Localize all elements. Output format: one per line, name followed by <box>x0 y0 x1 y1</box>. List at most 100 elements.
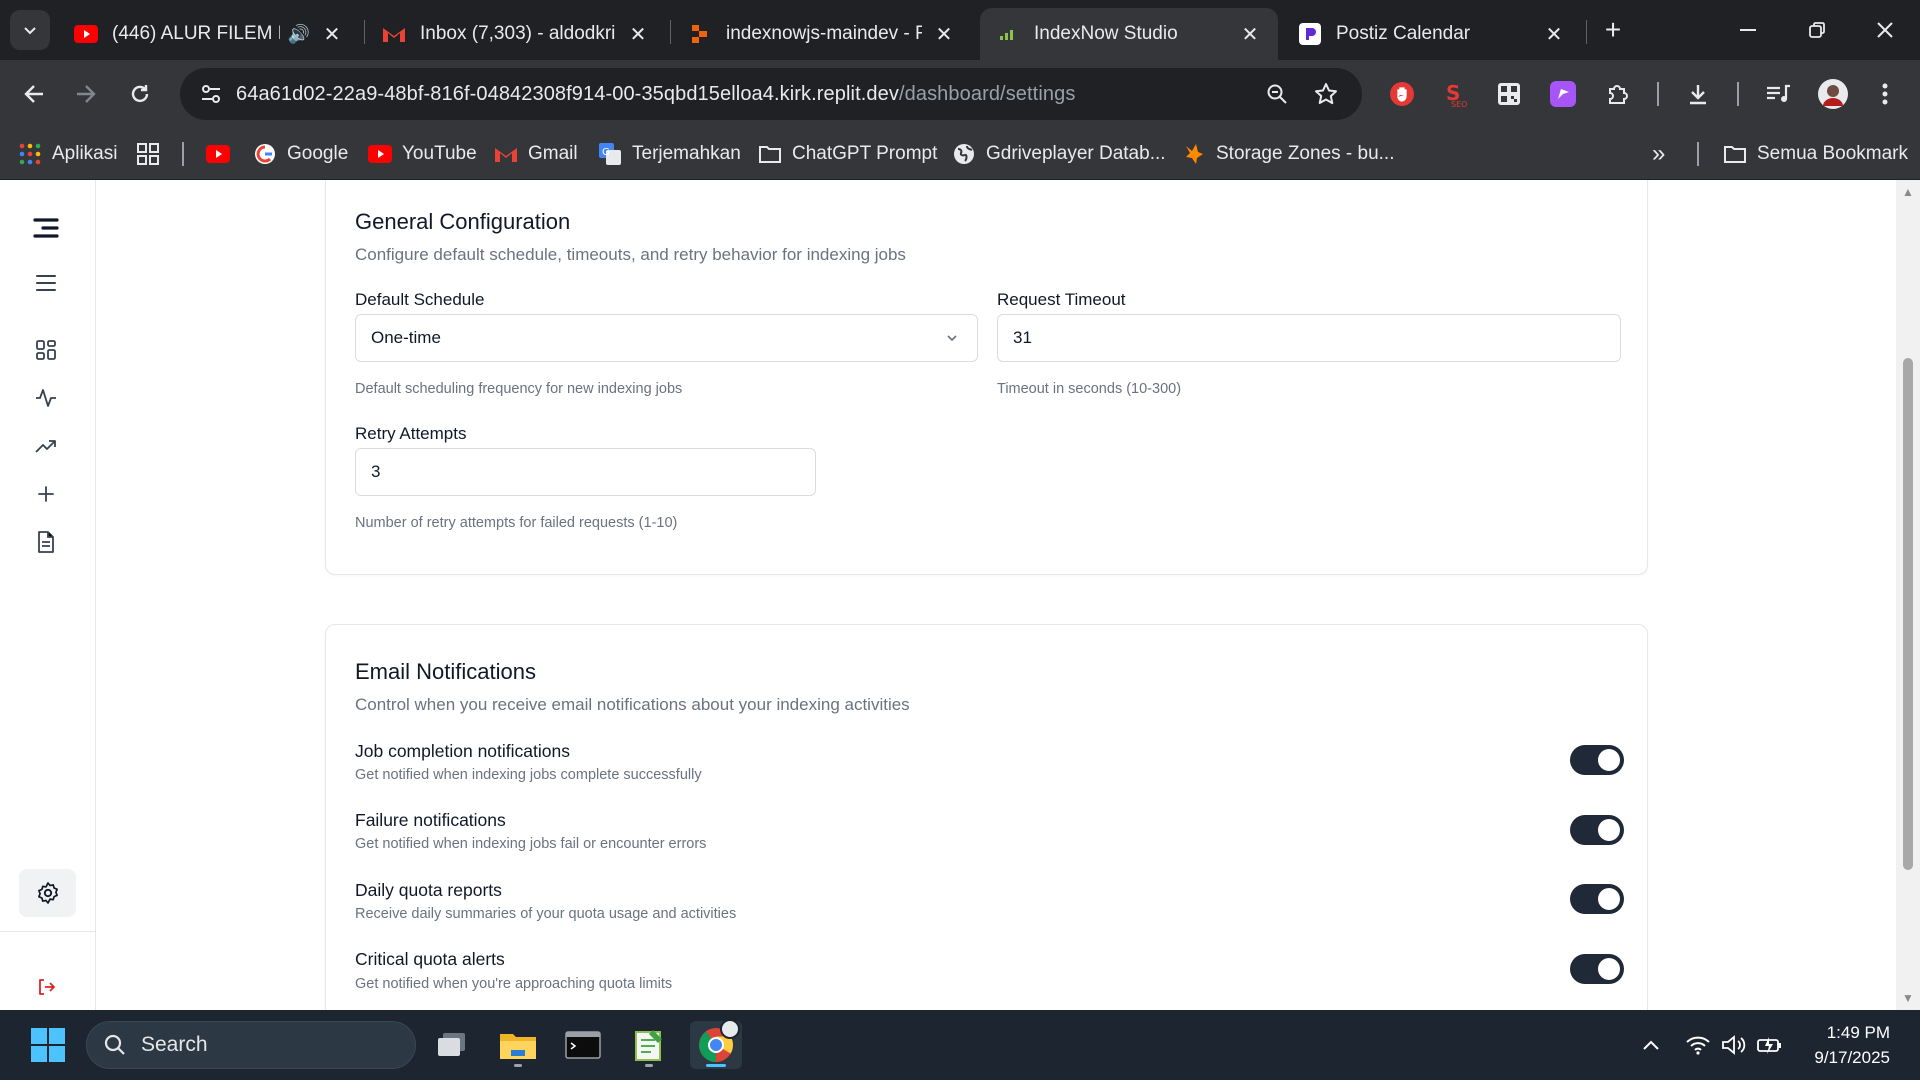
tab-youtube[interactable]: (446) ALUR FILEM HO 🔊 ✕ <box>58 8 360 60</box>
logout-icon[interactable] <box>28 969 64 1005</box>
translate-icon: G <box>598 142 622 166</box>
grid-icon <box>136 142 160 166</box>
bookmark-youtube[interactable]: YouTube <box>368 140 477 168</box>
indexnow-app: General Configuration Configure default … <box>0 180 1920 1010</box>
daily-quota-reports-toggle[interactable] <box>1570 884 1624 914</box>
bookmark-google[interactable]: Google <box>253 140 348 168</box>
battery-charging-icon[interactable] <box>1755 1031 1785 1059</box>
bookmark-label: Google <box>287 143 349 164</box>
critical-quota-alerts-toggle[interactable] <box>1570 954 1624 984</box>
download-icon[interactable] <box>1683 79 1713 109</box>
browser-toolbar: 64a61d02-22a9-48bf-816f-04842308f914-00-… <box>0 60 1920 128</box>
retry-attempts-value[interactable] <box>371 462 800 482</box>
minimize-icon <box>1740 29 1756 31</box>
failure-notifications-toggle[interactable] <box>1570 815 1624 845</box>
plus-icon[interactable] <box>28 476 64 512</box>
replit-icon <box>688 22 712 46</box>
taskbar-search[interactable]: Search <box>86 1021 416 1069</box>
tab-replit[interactable]: indexnowjs-maindev - Re ✕ <box>672 8 972 60</box>
bookmark-storage-zones[interactable]: Storage Zones - bu... <box>1182 140 1395 168</box>
toggle-knob <box>1598 749 1620 771</box>
request-timeout-input[interactable] <box>997 314 1621 362</box>
settings-main: General Configuration Configure default … <box>96 180 1896 1010</box>
app-logo-icon[interactable] <box>28 210 64 246</box>
profile-avatar[interactable] <box>1818 79 1848 109</box>
all-bookmarks-folder[interactable]: Semua Bookmark <box>1723 140 1908 168</box>
tab-divider <box>1586 20 1587 44</box>
minimize-button[interactable] <box>1728 10 1768 50</box>
chevron-up-icon <box>1643 1040 1659 1050</box>
chrome-taskbar-button[interactable] <box>690 1019 742 1069</box>
reload-button[interactable] <box>120 74 160 114</box>
close-icon[interactable]: ✕ <box>932 22 956 47</box>
activity-icon[interactable] <box>28 380 64 416</box>
job-completion-toggle[interactable] <box>1570 745 1624 775</box>
sidebar <box>0 180 96 1010</box>
terminal-button[interactable] <box>557 1021 609 1069</box>
bookmark-gdriveplayer[interactable]: Gdriveplayer Datab... <box>952 140 1166 168</box>
zoom-icon[interactable] <box>1262 79 1292 109</box>
dashboard-icon[interactable] <box>28 332 64 368</box>
notepad-app-button[interactable] <box>623 1021 675 1069</box>
close-icon[interactable]: ✕ <box>626 22 650 47</box>
chrome-menu-icon[interactable] <box>1870 79 1900 109</box>
url-text: 64a61d02-22a9-48bf-816f-04842308f914-00-… <box>236 83 1075 106</box>
media-control-icon[interactable] <box>1763 79 1793 109</box>
default-schedule-select[interactable]: One-time <box>355 314 978 362</box>
tab-postiz[interactable]: Postiz Calendar ✕ <box>1282 8 1582 60</box>
running-indicator <box>514 1064 522 1067</box>
volume-icon[interactable] <box>1719 1031 1749 1059</box>
wifi-icon[interactable] <box>1683 1031 1713 1059</box>
reload-icon <box>131 85 149 103</box>
retry-attempts-input[interactable] <box>355 448 816 496</box>
bookmark-separator <box>1697 142 1699 166</box>
bookmark-translate[interactable]: G Terjemahkan <box>598 140 741 168</box>
forward-button[interactable] <box>66 74 106 114</box>
terminal-icon <box>565 1031 601 1059</box>
back-button[interactable] <box>14 74 54 114</box>
audio-playing-icon[interactable]: 🔊 <box>288 24 310 45</box>
site-info-icon[interactable] <box>196 79 226 109</box>
page-scrollbar[interactable]: ▲ ▼ <box>1896 180 1920 1010</box>
tab-gmail[interactable]: Inbox (7,303) - aldodkris@ ✕ <box>366 8 666 60</box>
card-description: Configure default schedule, timeouts, an… <box>355 245 906 264</box>
close-window-button[interactable] <box>1865 10 1905 50</box>
tab-indexnow-studio[interactable]: IndexNow Studio ✕ <box>980 8 1278 60</box>
arrow-right-icon <box>77 85 96 103</box>
bookmark-apps[interactable]: Aplikasi <box>18 140 117 168</box>
settings-nav-item[interactable] <box>19 869 76 917</box>
more-bookmarks-button[interactable]: » <box>1652 140 1665 168</box>
qr-code-extension-icon[interactable] <box>1494 79 1524 109</box>
scroll-up-arrow-icon[interactable]: ▲ <box>1902 186 1914 198</box>
start-button[interactable] <box>22 1021 74 1069</box>
menu-toggle-icon[interactable] <box>28 265 64 301</box>
document-icon[interactable] <box>28 524 64 560</box>
address-bar[interactable]: 64a61d02-22a9-48bf-816f-04842308f914-00-… <box>180 68 1362 120</box>
tab-search-button[interactable] <box>10 10 50 50</box>
task-view-button[interactable] <box>426 1021 478 1069</box>
bookmark-chatgpt-folder[interactable]: ChatGPT Prompt <box>758 140 937 168</box>
notification-title: Job completion notifications <box>355 741 570 761</box>
close-icon[interactable]: ✕ <box>1542 22 1566 47</box>
adblock-extension-icon[interactable] <box>1387 79 1417 109</box>
purple-extension-icon[interactable] <box>1548 79 1578 109</box>
bookmark-grid[interactable] <box>136 140 170 168</box>
new-tab-button[interactable]: + <box>1593 10 1633 50</box>
file-explorer-button[interactable] <box>492 1021 544 1069</box>
close-icon[interactable]: ✕ <box>1238 22 1262 47</box>
seo-extension-icon[interactable]: S SEO <box>1440 79 1470 109</box>
request-timeout-help: Timeout in seconds (10-300) <box>997 381 1182 397</box>
close-icon[interactable]: ✕ <box>320 22 344 47</box>
gear-icon <box>37 882 58 904</box>
taskbar-clock[interactable]: 1:49 PM 9/17/2025 <box>1814 1020 1890 1070</box>
bookmark-star-icon[interactable] <box>1311 79 1341 109</box>
scroll-down-arrow-icon[interactable]: ▼ <box>1902 992 1914 1004</box>
show-hidden-icons-button[interactable] <box>1636 1031 1666 1059</box>
request-timeout-value[interactable] <box>1013 328 1605 348</box>
bookmark-gmail[interactable]: Gmail <box>494 140 578 168</box>
restore-button[interactable] <box>1797 10 1837 50</box>
bookmark-youtube-icon-only[interactable] <box>206 140 240 168</box>
extensions-puzzle-icon[interactable] <box>1603 79 1633 109</box>
scrollbar-thumb[interactable] <box>1903 358 1913 870</box>
trending-up-icon[interactable] <box>28 428 64 464</box>
